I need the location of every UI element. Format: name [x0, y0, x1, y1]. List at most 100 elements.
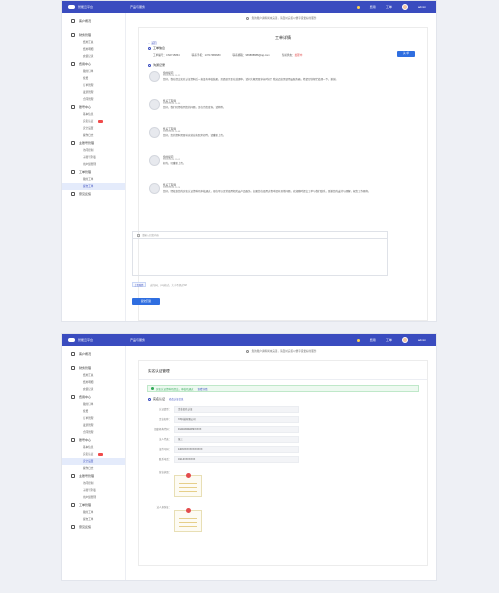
- username[interactable]: admin: [418, 338, 426, 342]
- sidebar-item[interactable]: 费用明细: [62, 379, 125, 386]
- sidebar-item[interactable]: 发票管理: [62, 89, 125, 96]
- sidebar-item[interactable]: 充值记录: [62, 53, 125, 60]
- sidebar-group-account[interactable]: 账号中心: [62, 103, 125, 111]
- sidebar-item[interactable]: 操作日志: [62, 132, 125, 139]
- sidebar-item[interactable]: 我的工单: [62, 509, 125, 516]
- app-title: 智能云平台: [78, 5, 94, 9]
- ticket-detail-window: 智能云平台 产品与服务 费用 工单 admin 客户概况 财务管理 费用汇总 费…: [61, 0, 437, 322]
- bell-icon[interactable]: [356, 5, 360, 9]
- avatar[interactable]: [401, 337, 408, 343]
- sidebar-group-feedback[interactable]: 意见反馈: [62, 523, 125, 531]
- message-item: 售后工程师 2019-03-06 10:36 您好，我们已经收到您的问题，正在为您查…: [149, 99, 417, 123]
- logo[interactable]: 智能云平台: [62, 5, 126, 9]
- top-link-tickets[interactable]: 工单: [386, 5, 392, 9]
- sidebar-item[interactable]: 续费: [62, 75, 125, 82]
- sidebar-item[interactable]: 合同管理: [62, 96, 125, 103]
- top-link-fees[interactable]: 费用: [370, 5, 376, 9]
- sidebar-item[interactable]: 费用汇总: [62, 372, 125, 379]
- sidebar-item-active[interactable]: 提交工单: [62, 183, 125, 190]
- bell-icon[interactable]: [356, 338, 360, 342]
- field-row: 证件号码： 4403XXXXXXXXXXXX: [139, 444, 427, 454]
- sidebar-item[interactable]: 费用明细: [62, 46, 125, 53]
- upload-attachment-button[interactable]: 上传附件: [132, 282, 146, 287]
- logo[interactable]: 智能云平台: [62, 338, 126, 342]
- products-menu[interactable]: 产品与服务: [130, 338, 145, 342]
- view-details-link[interactable]: 查看详情: [198, 387, 208, 391]
- sidebar-item[interactable]: 我的订单: [62, 68, 125, 75]
- phone-label: 联系手机：: [191, 54, 205, 57]
- field-label: 法人身份证：: [156, 506, 171, 509]
- cloud-icon: [68, 5, 75, 9]
- image-icon[interactable]: [137, 233, 140, 237]
- sidebar-item[interactable]: 费用汇总: [62, 39, 125, 46]
- ticket-status: 当前状态：处理中: [282, 53, 303, 58]
- top-link-fees[interactable]: 费用: [370, 338, 376, 342]
- sidebar-item-active[interactable]: 安全设置: [62, 458, 125, 465]
- license-image-field: 营业执照：: [139, 470, 427, 497]
- sidebar-item[interactable]: 用户组管理: [62, 161, 125, 168]
- sidebar-item[interactable]: 订单管理: [62, 415, 125, 422]
- verification-window: 智能云平台 产品与服务 费用 工单 admin 客户概况 财务管理 费用汇总 费…: [61, 333, 437, 581]
- top-bar: 智能云平台 产品与服务 费用 工单 admin: [62, 1, 436, 13]
- sidebar-item[interactable]: 续费: [62, 408, 125, 415]
- sidebar-item[interactable]: 访问控制: [62, 480, 125, 487]
- sidebar-group-feedback[interactable]: 意见反馈: [62, 190, 125, 198]
- sidebar-item[interactable]: 基本信息: [62, 444, 125, 451]
- sidebar-item[interactable]: 合同管理: [62, 429, 125, 436]
- sidebar-item[interactable]: 基本信息: [62, 111, 125, 118]
- back-link[interactable]: ← 返回: [148, 41, 157, 45]
- sidebar-item[interactable]: 访问控制: [62, 147, 125, 154]
- edit-verification-link[interactable]: 修改认证信息: [169, 397, 183, 401]
- avatar[interactable]: [401, 4, 408, 10]
- sidebar-item[interactable]: 充值记录: [62, 386, 125, 393]
- sidebar-item[interactable]: 安全设置: [62, 125, 125, 132]
- submit-reply-button[interactable]: 提交回复: [132, 298, 160, 305]
- field-label: 证件号码：: [159, 448, 171, 451]
- section-icon: [148, 397, 151, 401]
- reply-editor[interactable]: 请输入回复内容: [132, 231, 388, 276]
- sidebar-group-tickets[interactable]: 工单管理: [62, 501, 125, 509]
- top-link-tickets[interactable]: 工单: [386, 338, 392, 342]
- status-value: 处理中: [294, 54, 303, 57]
- sidebar-item-home[interactable]: 客户概况: [62, 17, 125, 25]
- ticket-icon: [71, 503, 75, 507]
- sidebar-group-master[interactable]: 主账号管理: [62, 472, 125, 480]
- message-item: 售后工程师 2019-03-06 10:48 您好，您的资料需要补充营业执照复印件，…: [149, 127, 417, 151]
- sidebar-item[interactable]: 子账号列表: [62, 154, 125, 161]
- sidebar-item[interactable]: 发票管理: [62, 422, 125, 429]
- message-text: 您好，我们已经收到您的问题，正在为您查询，请稍等。: [163, 106, 226, 109]
- sidebar-group-finance[interactable]: 财务管理: [62, 31, 125, 39]
- sidebar-item[interactable]: 我的订单: [62, 401, 125, 408]
- username[interactable]: admin: [418, 5, 426, 9]
- ticket-no-label: 工单编号：: [153, 54, 166, 57]
- sidebar-group-billing[interactable]: 费用中心: [62, 393, 125, 401]
- sidebar-item[interactable]: 实名认证: [62, 118, 125, 125]
- sidebar-item-home[interactable]: 客户概况: [62, 350, 125, 358]
- field-value: 企业实名认证: [174, 405, 299, 413]
- sidebar-group-billing[interactable]: 费用中心: [62, 60, 125, 68]
- message-time: 2019-03-06 10:36: [163, 103, 181, 105]
- field-row: 企业名称： XX科技有限公司: [139, 414, 427, 424]
- sidebar-item[interactable]: 我的工单: [62, 176, 125, 183]
- id-card-image[interactable]: [174, 508, 202, 532]
- sidebar-item[interactable]: 操作日志: [62, 465, 125, 472]
- ticket-panel: 工单详情 ← 返回 工单信息 工单编号：CS0715864 联系手机：13717…: [138, 27, 428, 321]
- sidebar-group-master[interactable]: 主账号管理: [62, 139, 125, 147]
- sidebar-item[interactable]: 子账号列表: [62, 487, 125, 494]
- back-label: 返回: [151, 42, 157, 45]
- info-icon: [245, 349, 249, 353]
- sidebar-item[interactable]: 订单管理: [62, 82, 125, 89]
- sidebar-item[interactable]: 提交工单: [62, 516, 125, 523]
- sidebar-group-account[interactable]: 账号中心: [62, 436, 125, 444]
- close-ticket-button[interactable]: 关 单: [397, 51, 415, 57]
- sidebar-item[interactable]: 实名认证: [62, 451, 125, 458]
- sidebar-item[interactable]: 用户组管理: [62, 494, 125, 501]
- business-license-image[interactable]: [174, 473, 202, 497]
- sidebar-group-tickets[interactable]: 工单管理: [62, 168, 125, 176]
- field-value: 91440300MA5FXXXX: [174, 425, 299, 433]
- products-menu[interactable]: 产品与服务: [130, 5, 145, 9]
- message-item: 您的提问 2019-03-06 11:02 好的，已重新上传。: [149, 155, 417, 179]
- cert-line: [179, 483, 197, 484]
- field-value: 4403XXXXXXXXXXXX: [174, 445, 299, 453]
- sidebar-group-finance[interactable]: 财务管理: [62, 364, 125, 372]
